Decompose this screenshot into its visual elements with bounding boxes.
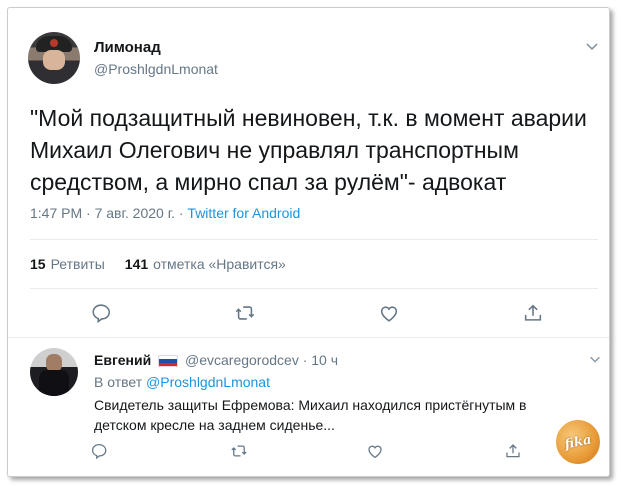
tweet-stats: 15 Ретвиты 141 отметка «Нравится»	[30, 256, 286, 272]
author-display-name[interactable]: Лимонад	[94, 39, 161, 56]
like-count[interactable]: 141	[125, 256, 148, 272]
in-reply-to: В ответ @ProshlgdnLmonat	[94, 374, 270, 390]
author-handle[interactable]: @ProshlgdnLmonat	[94, 61, 218, 77]
in-reply-prefix: В ответ	[94, 374, 147, 390]
share-icon[interactable]	[504, 442, 522, 460]
avatar-body	[39, 370, 69, 396]
russia-flag-icon	[158, 355, 178, 367]
reply-author-name[interactable]: Евгений	[94, 352, 151, 368]
divider	[30, 239, 598, 240]
retweet-label[interactable]: Ретвиты	[51, 256, 105, 272]
in-reply-handle-link[interactable]: @ProshlgdnLmonat	[146, 374, 270, 390]
retweet-icon[interactable]	[230, 442, 248, 460]
tweet-actions	[8, 302, 609, 326]
author-avatar[interactable]	[28, 32, 80, 84]
chevron-down-icon[interactable]	[588, 352, 602, 366]
avatar-star	[50, 39, 58, 47]
tweet-client-link[interactable]: Twitter for Android	[187, 205, 300, 221]
tweet-timestamp[interactable]: 1:47 PM · 7 авг. 2020 г. ·	[30, 205, 187, 221]
reply-icon[interactable]	[90, 442, 108, 460]
like-label[interactable]: отметка «Нравится»	[153, 256, 286, 272]
reply-handle-time[interactable]: @evcaregorodcev · 10 ч	[185, 352, 338, 368]
retweet-count[interactable]: 15	[30, 256, 46, 272]
share-icon[interactable]	[522, 302, 544, 324]
like-icon[interactable]	[378, 302, 400, 324]
tweet-meta: 1:47 PM · 7 авг. 2020 г. · Twitter for A…	[30, 205, 300, 221]
retweet-icon[interactable]	[234, 302, 256, 324]
tweet-card: Лимонад @ProshlgdnLmonat "Мой подзащитны…	[7, 7, 610, 477]
avatar-face	[43, 50, 65, 70]
reply-text: Свидетель защиты Ефремова: Михаил находи…	[94, 397, 527, 433]
reply-tweet[interactable]: Евгений @evcaregorodcev · 10 ч В ответ @…	[8, 338, 609, 476]
reply-icon[interactable]	[90, 302, 112, 324]
chevron-down-icon[interactable]	[584, 38, 600, 54]
reply-author-avatar[interactable]	[30, 348, 78, 396]
divider	[30, 288, 598, 289]
tweet-text: "Мой подзащитный невиновен, т.к. в момен…	[30, 105, 587, 195]
like-icon[interactable]	[366, 442, 384, 460]
